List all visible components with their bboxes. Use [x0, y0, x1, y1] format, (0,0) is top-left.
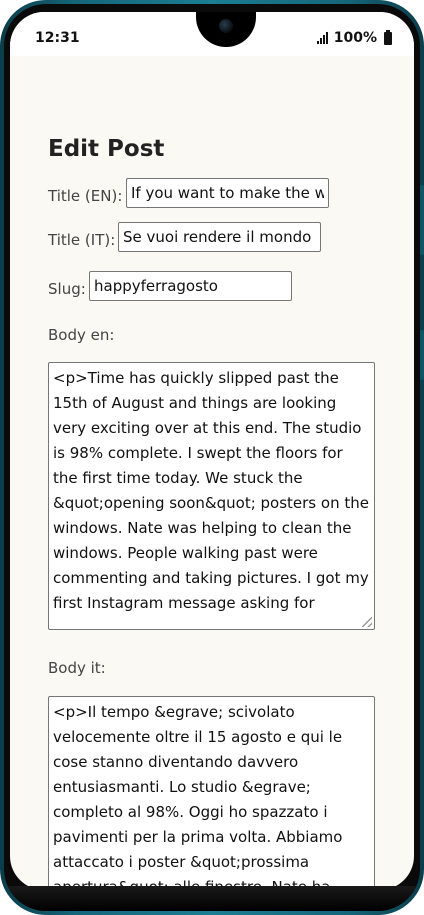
screen: 12:31 100% Edit Post Title (EN): Title (…: [10, 12, 414, 890]
phone-frame: 12:31 100% Edit Post Title (EN): Title (…: [0, 0, 424, 915]
title-en-input[interactable]: [126, 178, 329, 208]
body-it-textarea[interactable]: <p>Il tempo &egrave; scivolato velocemen…: [48, 696, 375, 890]
page-title: Edit Post: [48, 136, 165, 162]
notch: [196, 12, 256, 47]
slug-input[interactable]: [89, 271, 292, 301]
status-icons: 100%: [316, 29, 392, 46]
status-time: 12:31: [35, 30, 80, 46]
body-en-label: Body en:: [48, 326, 115, 344]
status-bar: 12:31 100%: [10, 12, 414, 56]
title-it-input[interactable]: [118, 222, 321, 252]
battery-percent: 100%: [333, 30, 377, 46]
slug-label: Slug:: [48, 280, 86, 298]
camera-icon: [219, 19, 233, 33]
body-it-label: Body it:: [48, 659, 106, 677]
body-en-textarea[interactable]: <p>Time has quickly slipped past the 15t…: [48, 362, 375, 630]
phone-chin: [4, 886, 420, 911]
title-it-label: Title (IT):: [48, 231, 116, 249]
phone-bezel: 12:31 100% Edit Post Title (EN): Title (…: [4, 4, 420, 911]
title-en-label: Title (EN):: [48, 187, 123, 205]
battery-icon: [384, 29, 392, 45]
signal-icon: [316, 32, 328, 44]
